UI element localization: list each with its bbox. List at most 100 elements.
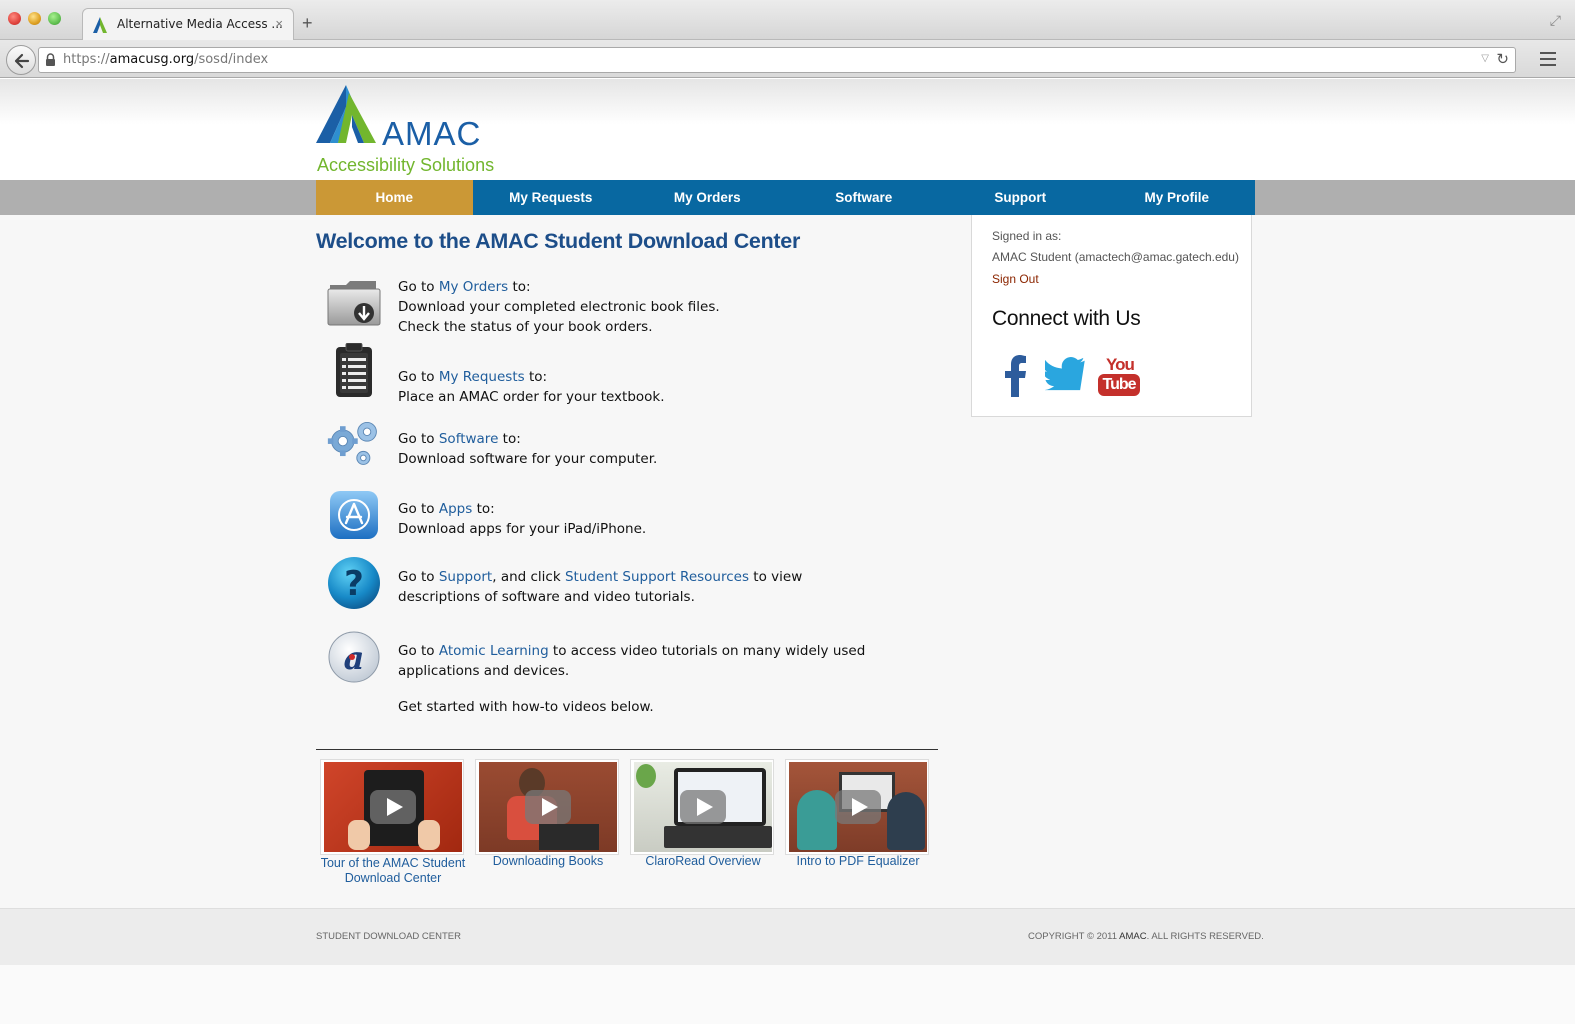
tab-title: Alternative Media Access ...: [117, 17, 283, 31]
youtube-you-text: You: [1106, 355, 1135, 374]
text-to-access: to access video tutorials on many widely…: [548, 643, 866, 659]
support-link[interactable]: Support: [439, 569, 492, 585]
logo-tagline: Accessibility Solutions: [317, 155, 495, 175]
nav-strip: Home My Requests My Orders Software Supp…: [0, 180, 1575, 215]
url-scheme: https://: [63, 52, 110, 67]
lock-icon: [46, 53, 55, 66]
browser-tab-strip: Alternative Media Access ... × + ⤢: [0, 0, 1575, 40]
video-title[interactable]: Downloading Books: [473, 854, 623, 869]
item-line: applications and devices.: [398, 663, 570, 679]
zoom-window-button[interactable]: [48, 12, 61, 25]
text-to: to:: [508, 279, 531, 295]
reload-icon[interactable]: ↻: [1496, 50, 1509, 68]
connect-heading: Connect with Us: [992, 307, 1141, 330]
main-nav: Home My Requests My Orders Software Supp…: [316, 180, 1255, 215]
url-host: amacusg.org: [109, 52, 195, 67]
video-thumbnail[interactable]: [785, 759, 929, 855]
item-text: Go to Atomic Learning to access video tu…: [398, 641, 865, 681]
amac-favicon-icon: [93, 17, 107, 33]
nav-my-requests[interactable]: My Requests: [473, 180, 630, 215]
app-store-icon: [330, 491, 378, 539]
divider: [316, 749, 938, 750]
nav-software[interactable]: Software: [786, 180, 943, 215]
footer-site-name: STUDENT DOWNLOAD CENTER: [316, 931, 461, 942]
text-go-to: Go to: [398, 501, 439, 517]
fullscreen-icon[interactable]: ⤢: [1550, 12, 1561, 29]
nav-support[interactable]: Support: [942, 180, 1099, 215]
get-started-text: Get started with how-to videos below.: [398, 699, 654, 715]
video-title[interactable]: Intro to PDF Equalizer: [783, 854, 933, 869]
browser-tab[interactable]: Alternative Media Access ... ×: [82, 8, 294, 40]
play-icon: [835, 790, 881, 824]
item-text: Go to My Requests to: Place an AMAC orde…: [398, 367, 665, 407]
video-thumbnail[interactable]: [320, 759, 464, 855]
copyright-text: COPYRIGHT © 2011: [1028, 931, 1120, 942]
sidebar-panel: Signed in as: AMAC Student (amactech@ama…: [971, 215, 1252, 417]
atomic-learning-icon: a: [328, 631, 380, 683]
video-thumbnail[interactable]: [630, 759, 774, 855]
item-text: Go to My Orders to: Download your comple…: [398, 277, 720, 337]
item-line: descriptions of software and video tutor…: [398, 589, 695, 605]
help-question-icon: ?: [328, 557, 380, 609]
student-support-resources-link[interactable]: Student Support Resources: [565, 569, 749, 585]
amac-logo-mark-icon: [316, 85, 376, 143]
play-icon: [525, 790, 571, 824]
text-go-to: Go to: [398, 643, 439, 659]
youtube-icon[interactable]: You Tube: [1098, 355, 1140, 397]
my-orders-link[interactable]: My Orders: [439, 279, 508, 295]
amac-logo[interactable]: AMAC Accessibility Solutions: [316, 85, 506, 175]
new-tab-button[interactable]: +: [302, 14, 313, 32]
page-content: AMAC Accessibility Solutions Home My Req…: [0, 79, 1575, 1024]
footer-copyright: COPYRIGHT © 2011 AMAC. ALL RIGHTS RESERV…: [1028, 931, 1264, 942]
close-window-button[interactable]: [8, 12, 21, 25]
url-dropdown-icon[interactable]: ▽: [1481, 53, 1489, 64]
sign-out-link[interactable]: Sign Out: [992, 272, 1039, 286]
page-title: Welcome to the AMAC Student Download Cen…: [316, 229, 801, 253]
item-text: Go to Support, and click Student Support…: [398, 567, 802, 607]
copyright-rights: . ALL RIGHTS RESERVED.: [1146, 931, 1264, 942]
nav-my-profile[interactable]: My Profile: [1099, 180, 1256, 215]
minimize-window-button[interactable]: [28, 12, 41, 25]
text-and-click: , and click: [492, 569, 565, 585]
item-line: Download apps for your iPad/iPhone.: [398, 521, 647, 537]
text-to: to:: [472, 501, 495, 517]
my-requests-link[interactable]: My Requests: [439, 369, 525, 385]
svg-text:?: ?: [344, 564, 364, 604]
signed-in-label: Signed in as:: [992, 229, 1062, 243]
nav-my-orders[interactable]: My Orders: [629, 180, 786, 215]
play-icon: [680, 790, 726, 824]
url-text: https://amacusg.org/sosd/index: [63, 52, 268, 67]
url-path: /sosd/index: [194, 52, 269, 67]
software-link[interactable]: Software: [439, 431, 499, 447]
apps-link[interactable]: Apps: [439, 501, 472, 517]
video-title[interactable]: ClaroRead Overview: [628, 854, 778, 869]
twitter-icon[interactable]: [1045, 357, 1087, 393]
address-bar[interactable]: https://amacusg.org/sosd/index ▽ ↻: [38, 47, 1516, 73]
video-thumbnail[interactable]: [475, 759, 619, 855]
browser-menu-icon[interactable]: [1540, 52, 1556, 66]
text-go-to: Go to: [398, 279, 439, 295]
nav-home[interactable]: Home: [316, 180, 473, 215]
signed-in-user: AMAC Student (amactech@amac.gatech.edu): [992, 250, 1239, 264]
text-to: to:: [498, 431, 521, 447]
site-header: AMAC Accessibility Solutions: [0, 79, 1575, 180]
facebook-icon[interactable]: [1004, 355, 1028, 397]
text-go-to: Go to: [398, 369, 439, 385]
text-go-to: Go to: [398, 431, 439, 447]
item-text: Go to Software to: Download software for…: [398, 429, 657, 469]
item-line: Place an AMAC order for your textbook.: [398, 389, 665, 405]
tab-close-icon[interactable]: ×: [275, 16, 283, 31]
video-title[interactable]: Tour of the AMAC Student Download Center: [318, 856, 468, 886]
item-line: Download software for your computer.: [398, 451, 658, 467]
atomic-learning-link[interactable]: Atomic Learning: [439, 643, 549, 659]
site-footer: STUDENT DOWNLOAD CENTER COPYRIGHT © 2011…: [0, 908, 1575, 965]
back-arrow-icon: [14, 53, 30, 69]
youtube-tube-text: Tube: [1098, 374, 1140, 396]
play-icon: [370, 790, 416, 824]
copyright-brand: AMAC: [1119, 931, 1147, 942]
gears-icon: [327, 422, 377, 465]
text-to: to:: [524, 369, 548, 385]
back-button[interactable]: [6, 45, 36, 75]
logo-wordmark: AMAC: [382, 115, 482, 152]
clipboard-icon: [336, 343, 372, 397]
